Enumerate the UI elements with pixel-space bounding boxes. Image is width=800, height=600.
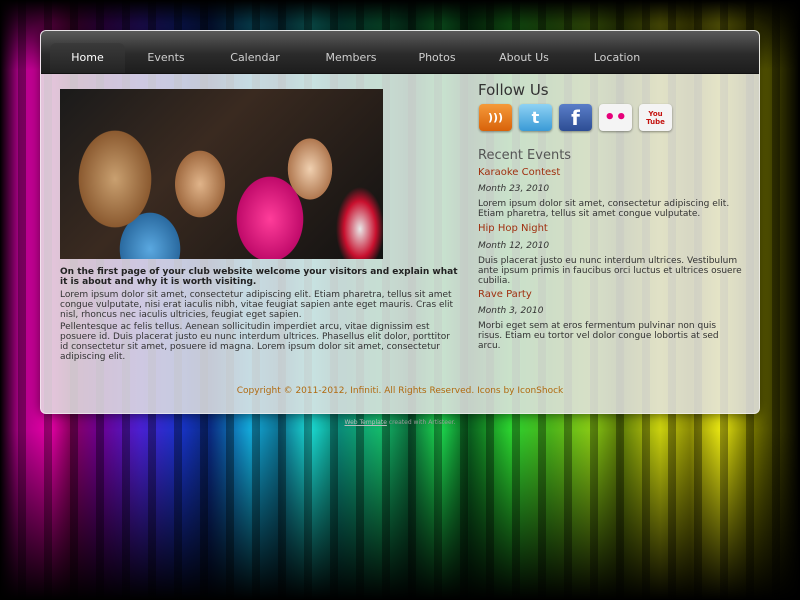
event-date: Month 3, 2010: [478, 306, 544, 316]
nav-item-location[interactable]: Location: [581, 31, 653, 73]
web-template-link[interactable]: Web Template: [345, 419, 387, 426]
intro-text: On the first page of your club website w…: [60, 267, 458, 287]
party-photo: [60, 89, 383, 259]
flickr-icon[interactable]: ••: [599, 104, 632, 131]
follow-us-heading: Follow Us: [478, 81, 549, 99]
event-text: Morbi eget sem at eros fermentum pulvina…: [478, 321, 719, 351]
event-date: Month 12, 2010: [478, 241, 550, 251]
top-nav: Home Events Calendar Members Photos Abou…: [41, 31, 759, 74]
nav-item-home[interactable]: Home: [50, 43, 125, 73]
content-panel: Home Events Calendar Members Photos Abou…: [40, 30, 760, 414]
nav-item-about-us[interactable]: About Us: [489, 31, 559, 73]
twitter-icon[interactable]: t: [519, 104, 552, 131]
credit-suffix: created with Artisteer.: [386, 419, 456, 426]
event-title-karaoke[interactable]: Karaoke Contest: [478, 167, 560, 178]
body-paragraph-1: Lorem ipsum dolor sit amet, consectetur …: [60, 290, 454, 320]
nav-item-calendar[interactable]: Calendar: [216, 31, 294, 73]
body-paragraph-2: Pellentesque ac felis tellus. Aenean sol…: [60, 322, 450, 362]
youtube-icon[interactable]: You Tube: [639, 104, 672, 131]
recent-events-heading: Recent Events: [478, 148, 572, 163]
nav-item-photos[interactable]: Photos: [407, 31, 467, 73]
event-title-rave[interactable]: Rave Party: [478, 289, 532, 300]
event-date: Month 23, 2010: [478, 184, 550, 194]
event-text: Lorem ipsum dolor sit amet, consectetur …: [478, 199, 730, 219]
rss-icon[interactable]: ))): [479, 104, 512, 131]
nav-item-members[interactable]: Members: [312, 31, 390, 73]
event-text: Duis placerat justo eu nunc interdum ult…: [478, 256, 742, 286]
nav-item-events[interactable]: Events: [135, 31, 197, 73]
template-credit: Web Template created with Artisteer.: [0, 419, 800, 426]
copyright-text: Copyright © 2011-2012, Infiniti. All Rig…: [236, 386, 564, 396]
event-title-hip-hop[interactable]: Hip Hop Night: [478, 223, 548, 234]
facebook-icon[interactable]: f: [559, 104, 592, 131]
